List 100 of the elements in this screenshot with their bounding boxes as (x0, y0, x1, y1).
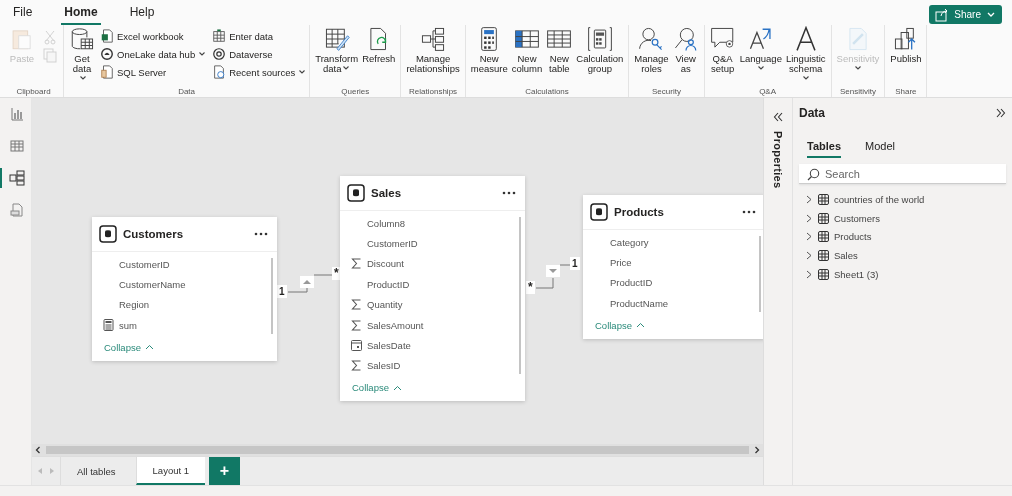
ribbon-button[interactable]: Recent sources (212, 63, 307, 81)
ribbon-button[interactable]: SQL Server (100, 63, 207, 81)
group-label: Relationships (408, 86, 459, 97)
field-name[interactable]: ProductName (610, 297, 669, 309)
share-button[interactable]: Share (929, 5, 1002, 24)
database-icon (69, 26, 95, 52)
ribbon-button[interactable]: Get data (67, 26, 97, 84)
ribbon-button[interactable]: Linguistic schema (783, 26, 828, 84)
share-icon (935, 7, 950, 22)
table-title: Customers (123, 228, 185, 240)
field-name[interactable]: CustomerID (119, 258, 170, 270)
table-icon (9, 139, 24, 153)
double-chevron-right-icon[interactable] (996, 108, 1006, 118)
collapse-link[interactable]: Collapse (352, 382, 402, 394)
chevron-right-icon[interactable] (753, 446, 761, 454)
tree-item[interactable]: Customers (799, 208, 1006, 228)
add-layout-button[interactable]: + (209, 457, 240, 485)
ribbon-button[interactable]: Calculation group (574, 26, 626, 74)
table-icon (818, 193, 829, 205)
field-name[interactable]: ProductID (367, 278, 410, 290)
collapse-link[interactable]: Collapse (104, 341, 154, 353)
collapse-link[interactable]: Collapse (595, 319, 645, 331)
bar-chart-icon (9, 107, 24, 121)
field-name[interactable]: ProductID (610, 277, 653, 289)
field-name[interactable]: SalesID (367, 360, 401, 372)
person-key-icon (638, 26, 665, 52)
more-icon[interactable] (742, 210, 756, 214)
ribbon-button[interactable]: Refresh (360, 26, 398, 64)
table-icon (590, 203, 608, 221)
table-title: Sales (371, 187, 403, 199)
table-icon (818, 268, 829, 280)
table-icon (99, 225, 117, 243)
ribbon-button[interactable]: Language (737, 26, 784, 74)
table-card[interactable]: Sales Column8 CustomerID Discount ProductID Quantity SalesAmount SalesDate SalesID Collapse (340, 176, 525, 402)
ribbon-button[interactable]: New table (544, 26, 575, 74)
relationship-line (287, 274, 333, 293)
ribbon-button[interactable]: New column (509, 26, 545, 74)
search-field[interactable]: Search (799, 164, 1006, 184)
ribbon-button[interactable]: New measure (468, 26, 510, 74)
field-name[interactable]: SalesDate (367, 340, 411, 352)
ribbon-button[interactable]: Publish (888, 26, 924, 64)
ribbon-button[interactable]: OneLake data hub (100, 45, 207, 63)
properties-pane-tab[interactable]: Properties (772, 131, 784, 189)
ribbon-button[interactable]: Enter data (212, 27, 307, 45)
group-label: Share (894, 86, 918, 97)
tree-item[interactable]: countries of the world (799, 190, 1006, 209)
field-name[interactable]: CustomerName (119, 279, 186, 291)
field-name[interactable]: CustomerID (367, 238, 418, 250)
pane-title: Data (799, 106, 825, 120)
scrollbar[interactable] (759, 236, 761, 312)
table-icon (818, 231, 829, 243)
field-name[interactable]: SalesAmount (367, 319, 424, 331)
more-icon[interactable] (254, 232, 268, 236)
ribbon-button[interactable]: Q&A setup (707, 26, 738, 74)
calculator-icon (586, 26, 613, 52)
field-name[interactable]: Quantity (367, 299, 403, 311)
pane-tab[interactable]: Tables (807, 140, 842, 158)
pane-tab[interactable]: Model (865, 140, 895, 158)
cardinality-label: * (526, 281, 535, 294)
field-name[interactable]: Region (119, 299, 150, 311)
tree-item[interactable]: Sales (799, 246, 1006, 265)
table-card[interactable]: Customers CustomerID CustomerName Region sum Collapse (92, 217, 277, 361)
menu-tab[interactable]: Help (126, 5, 158, 25)
group-label: Q&A (758, 86, 778, 97)
ribbon-button[interactable]: Excel workbook (100, 27, 207, 45)
ribbon-button[interactable]: Transform data (313, 26, 361, 74)
horizontal-scrollbar[interactable] (32, 444, 763, 456)
chevron-left-icon[interactable] (34, 446, 42, 454)
ribbon-button[interactable]: View as (670, 26, 701, 74)
group-label: Calculations (524, 86, 570, 97)
tree-item[interactable]: Products (799, 227, 1006, 247)
language-icon (747, 26, 774, 52)
scrollbar[interactable] (271, 258, 273, 334)
group-label: Sensitivity (838, 86, 877, 97)
group-label: Security (651, 86, 682, 97)
menu-tab[interactable]: File (10, 5, 36, 25)
group-label: Queries (340, 86, 371, 97)
ribbon-button[interactable]: Manage relationships (404, 26, 462, 74)
ribbon-button[interactable]: Manage roles (632, 26, 671, 74)
field-name[interactable]: Category (610, 236, 649, 248)
layout-tab[interactable]: Layout 1 (135, 457, 205, 485)
scissors-icon (42, 29, 58, 45)
next-icon[interactable] (48, 467, 56, 475)
group-label: Data (177, 86, 197, 97)
double-chevron-left-icon[interactable] (773, 112, 783, 122)
field-name[interactable]: Discount (367, 258, 404, 270)
field-name[interactable]: Price (610, 257, 632, 269)
previous-icon[interactable] (36, 467, 44, 475)
dataverse-icon (212, 47, 227, 61)
copy-icon (42, 47, 58, 63)
chevron-up-icon (635, 322, 645, 329)
field-name[interactable]: Column8 (367, 217, 406, 229)
ribbon-button[interactable]: Dataverse (212, 45, 307, 63)
tree-item[interactable]: Sheet1 (3) (799, 264, 1006, 284)
relationship-line (535, 264, 571, 289)
table-card[interactable]: Products Category Price ProductID ProductName Collapse (583, 195, 763, 339)
table-icon (212, 29, 227, 43)
more-icon[interactable] (502, 191, 516, 195)
scrollbar[interactable] (519, 217, 521, 375)
field-name[interactable]: sum (119, 319, 137, 331)
